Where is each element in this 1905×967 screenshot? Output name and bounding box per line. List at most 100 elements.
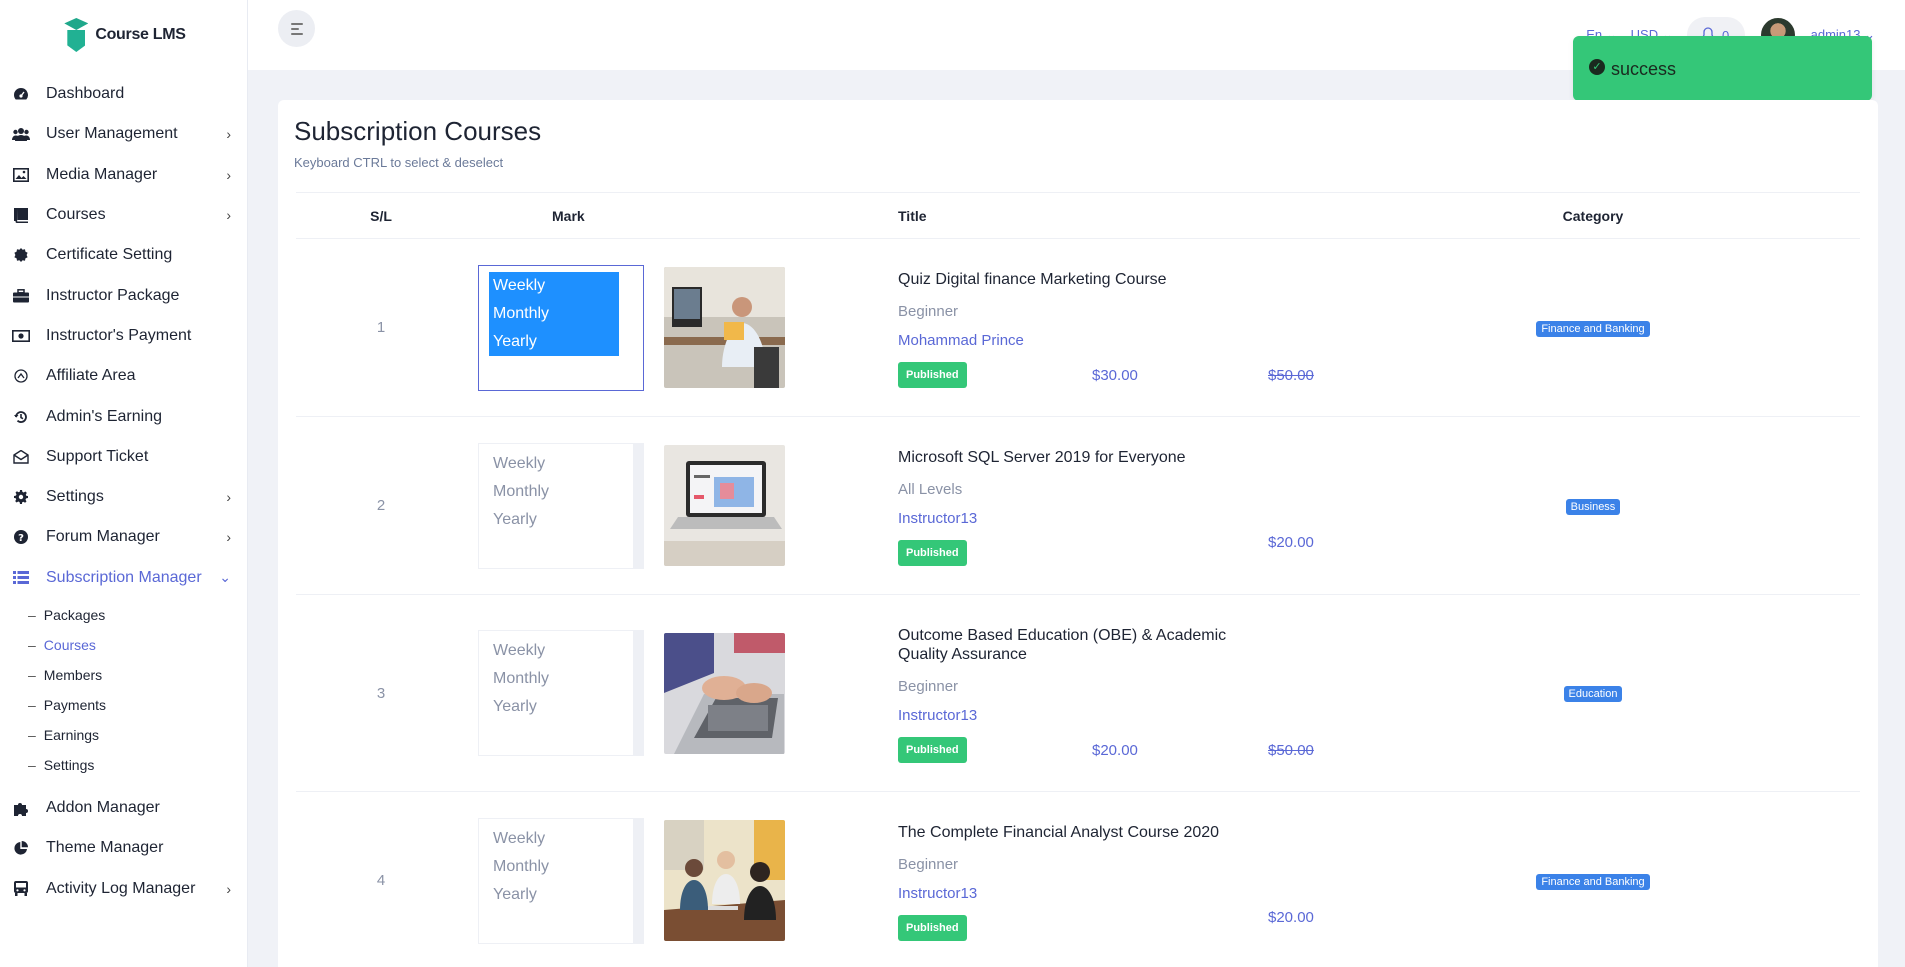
course-price: $30.00 — [1092, 366, 1138, 384]
course-title[interactable]: Microsoft SQL Server 2019 for Everyone — [898, 448, 1326, 467]
submenu-label: Settings — [43, 756, 95, 773]
dash-icon: – — [28, 666, 36, 683]
option-monthly[interactable]: Monthly — [489, 299, 619, 328]
option-weekly[interactable]: Weekly — [489, 271, 619, 300]
header-category: Category — [1326, 192, 1860, 239]
submenu-item-members[interactable]: – Members — [0, 660, 247, 690]
course-title[interactable]: The Complete Financial Analyst Course 20… — [898, 823, 1326, 842]
plan-multiselect[interactable]: Weekly Monthly Yearly — [478, 630, 644, 756]
option-monthly[interactable]: Monthly — [491, 853, 631, 881]
category-badge: Business — [1565, 498, 1621, 515]
sidebar-item-certificate-setting[interactable]: Certificate Setting — [0, 235, 247, 275]
bus-icon — [12, 880, 30, 898]
plan-multiselect[interactable]: Weekly Monthly Yearly — [478, 264, 644, 391]
option-weekly[interactable]: Weekly — [491, 450, 631, 478]
dash-icon: – — [28, 696, 36, 713]
table-row: 2 Weekly Monthly Yearly Microsoft SQL Se… — [296, 416, 1860, 595]
plan-multiselect[interactable]: Weekly Monthly Yearly — [478, 817, 644, 944]
submenu-item-courses[interactable]: – Courses — [0, 630, 247, 660]
option-monthly[interactable]: Monthly — [491, 665, 631, 693]
sidebar-item-support-ticket[interactable]: Support Ticket — [0, 437, 247, 477]
mark-cell: Weekly Monthly Yearly — [466, 238, 816, 417]
sidebar-item-courses[interactable]: Courses › — [0, 195, 247, 235]
certificate-icon — [12, 246, 30, 264]
sidebar-item-forum-manager[interactable]: ? Forum Manager › — [0, 517, 247, 557]
option-yearly[interactable]: Yearly — [491, 881, 631, 909]
category-badge: Education — [1563, 686, 1623, 702]
briefcase-icon — [12, 287, 30, 305]
sidebar-item-settings[interactable]: Settings › — [0, 477, 247, 517]
success-toast[interactable]: ✓ success — [1573, 36, 1872, 101]
course-instructor[interactable]: Instructor13 — [898, 885, 1326, 902]
dash-icon: – — [28, 726, 36, 743]
option-yearly[interactable]: Yearly — [491, 693, 631, 721]
submenu-label: Members — [43, 666, 103, 683]
sidebar-item-admins-earning[interactable]: Admin's Earning — [0, 396, 247, 436]
scrollbar[interactable] — [633, 443, 643, 568]
dash-icon: – — [28, 606, 36, 623]
chevron-down-icon: ⌄ — [219, 569, 231, 586]
submenu-item-packages[interactable]: – Packages — [0, 600, 247, 630]
money-icon — [12, 327, 30, 345]
scrollbar[interactable] — [633, 631, 643, 755]
sidebar-item-media-manager[interactable]: Media Manager › — [0, 155, 247, 195]
course-instructor[interactable]: Instructor13 — [898, 707, 1266, 724]
sidebar-item-theme-manager[interactable]: Theme Manager — [0, 828, 247, 868]
hamburger-line — [290, 22, 303, 25]
mark-cell: Weekly Monthly Yearly — [466, 791, 816, 967]
submenu-item-earnings[interactable]: – Earnings — [0, 720, 247, 750]
option-weekly[interactable]: Weekly — [491, 825, 631, 853]
sidebar-item-label: Theme Manager — [46, 839, 164, 857]
sidebar-item-dashboard[interactable]: Dashboard — [0, 74, 247, 114]
sidebar-item-addon-manager[interactable]: Addon Manager — [0, 788, 247, 828]
course-thumbnail — [664, 445, 785, 566]
mark-wrap: Weekly Monthly Yearly — [466, 817, 816, 944]
course-title[interactable]: Quiz Digital finance Marketing Course — [898, 270, 1326, 289]
course-title[interactable]: Outcome Based Education (OBE) & Academic… — [898, 626, 1266, 664]
plan-multiselect[interactable]: Weekly Monthly Yearly — [478, 442, 644, 569]
option-monthly[interactable]: Monthly — [491, 478, 631, 506]
logo[interactable]: Course LMS — [0, 0, 247, 70]
sidebar-item-label: User Management — [46, 125, 178, 143]
sidebar-item-subscription-manager[interactable]: Subscription Manager ⌄ — [0, 558, 247, 598]
page-title: Subscription Courses — [294, 116, 542, 146]
option-yearly[interactable]: Yearly — [489, 327, 619, 356]
course-level: All Levels — [898, 481, 963, 498]
sidebar-toggle-button[interactable] — [278, 10, 315, 47]
status-badge: Published — [898, 362, 967, 388]
submenu-item-payments[interactable]: – Payments — [0, 690, 247, 720]
option-yearly[interactable]: Yearly — [491, 506, 631, 534]
course-thumbnail — [664, 820, 785, 941]
course-old-price: $50.00 — [1268, 741, 1314, 759]
option-weekly[interactable]: Weekly — [491, 637, 631, 665]
scrollbar[interactable] — [633, 818, 643, 943]
header-title: Title — [816, 192, 1326, 239]
sidebar-item-label: Affiliate Area — [46, 367, 136, 385]
sidebar-item-instructor-package[interactable]: Instructor Package — [0, 275, 247, 315]
row-sl: 3 — [296, 594, 466, 792]
sidebar-item-user-management[interactable]: User Management › — [0, 114, 247, 154]
title-cell: Microsoft SQL Server 2019 for Everyone A… — [816, 416, 1326, 595]
course-instructor[interactable]: Mohammad Prince — [898, 332, 1326, 349]
sidebar-item-activity-log-manager[interactable]: Activity Log Manager › — [0, 868, 247, 908]
submenu-label: Courses — [43, 636, 96, 653]
submenu-item-settings[interactable]: – Settings — [0, 750, 247, 780]
sidebar-item-instructors-payment[interactable]: Instructor's Payment — [0, 316, 247, 356]
sidebar-item-label: Courses — [46, 206, 106, 224]
course-thumbnail — [664, 267, 785, 388]
chevron-right-icon: › — [226, 880, 231, 897]
course-instructor[interactable]: Instructor13 — [898, 510, 1326, 527]
sidebar-item-label: Forum Manager — [46, 528, 160, 546]
mark-wrap: Weekly Monthly Yearly — [466, 264, 816, 391]
status-badge: Published — [898, 915, 967, 941]
svg-text:?: ? — [18, 533, 24, 544]
course-price: $20.00 — [1092, 741, 1138, 759]
logo-icon — [61, 16, 91, 54]
course-price: $20.00 — [1268, 909, 1314, 926]
sidebar-item-label: Instructor Package — [46, 286, 180, 304]
toast-message: success — [1611, 59, 1677, 79]
check-circle-icon: ✓ — [1589, 58, 1605, 75]
chevron-right-icon: › — [226, 126, 231, 143]
sidebar-item-label: Certificate Setting — [46, 246, 173, 264]
sidebar-item-affiliate-area[interactable]: Affiliate Area — [0, 356, 247, 396]
